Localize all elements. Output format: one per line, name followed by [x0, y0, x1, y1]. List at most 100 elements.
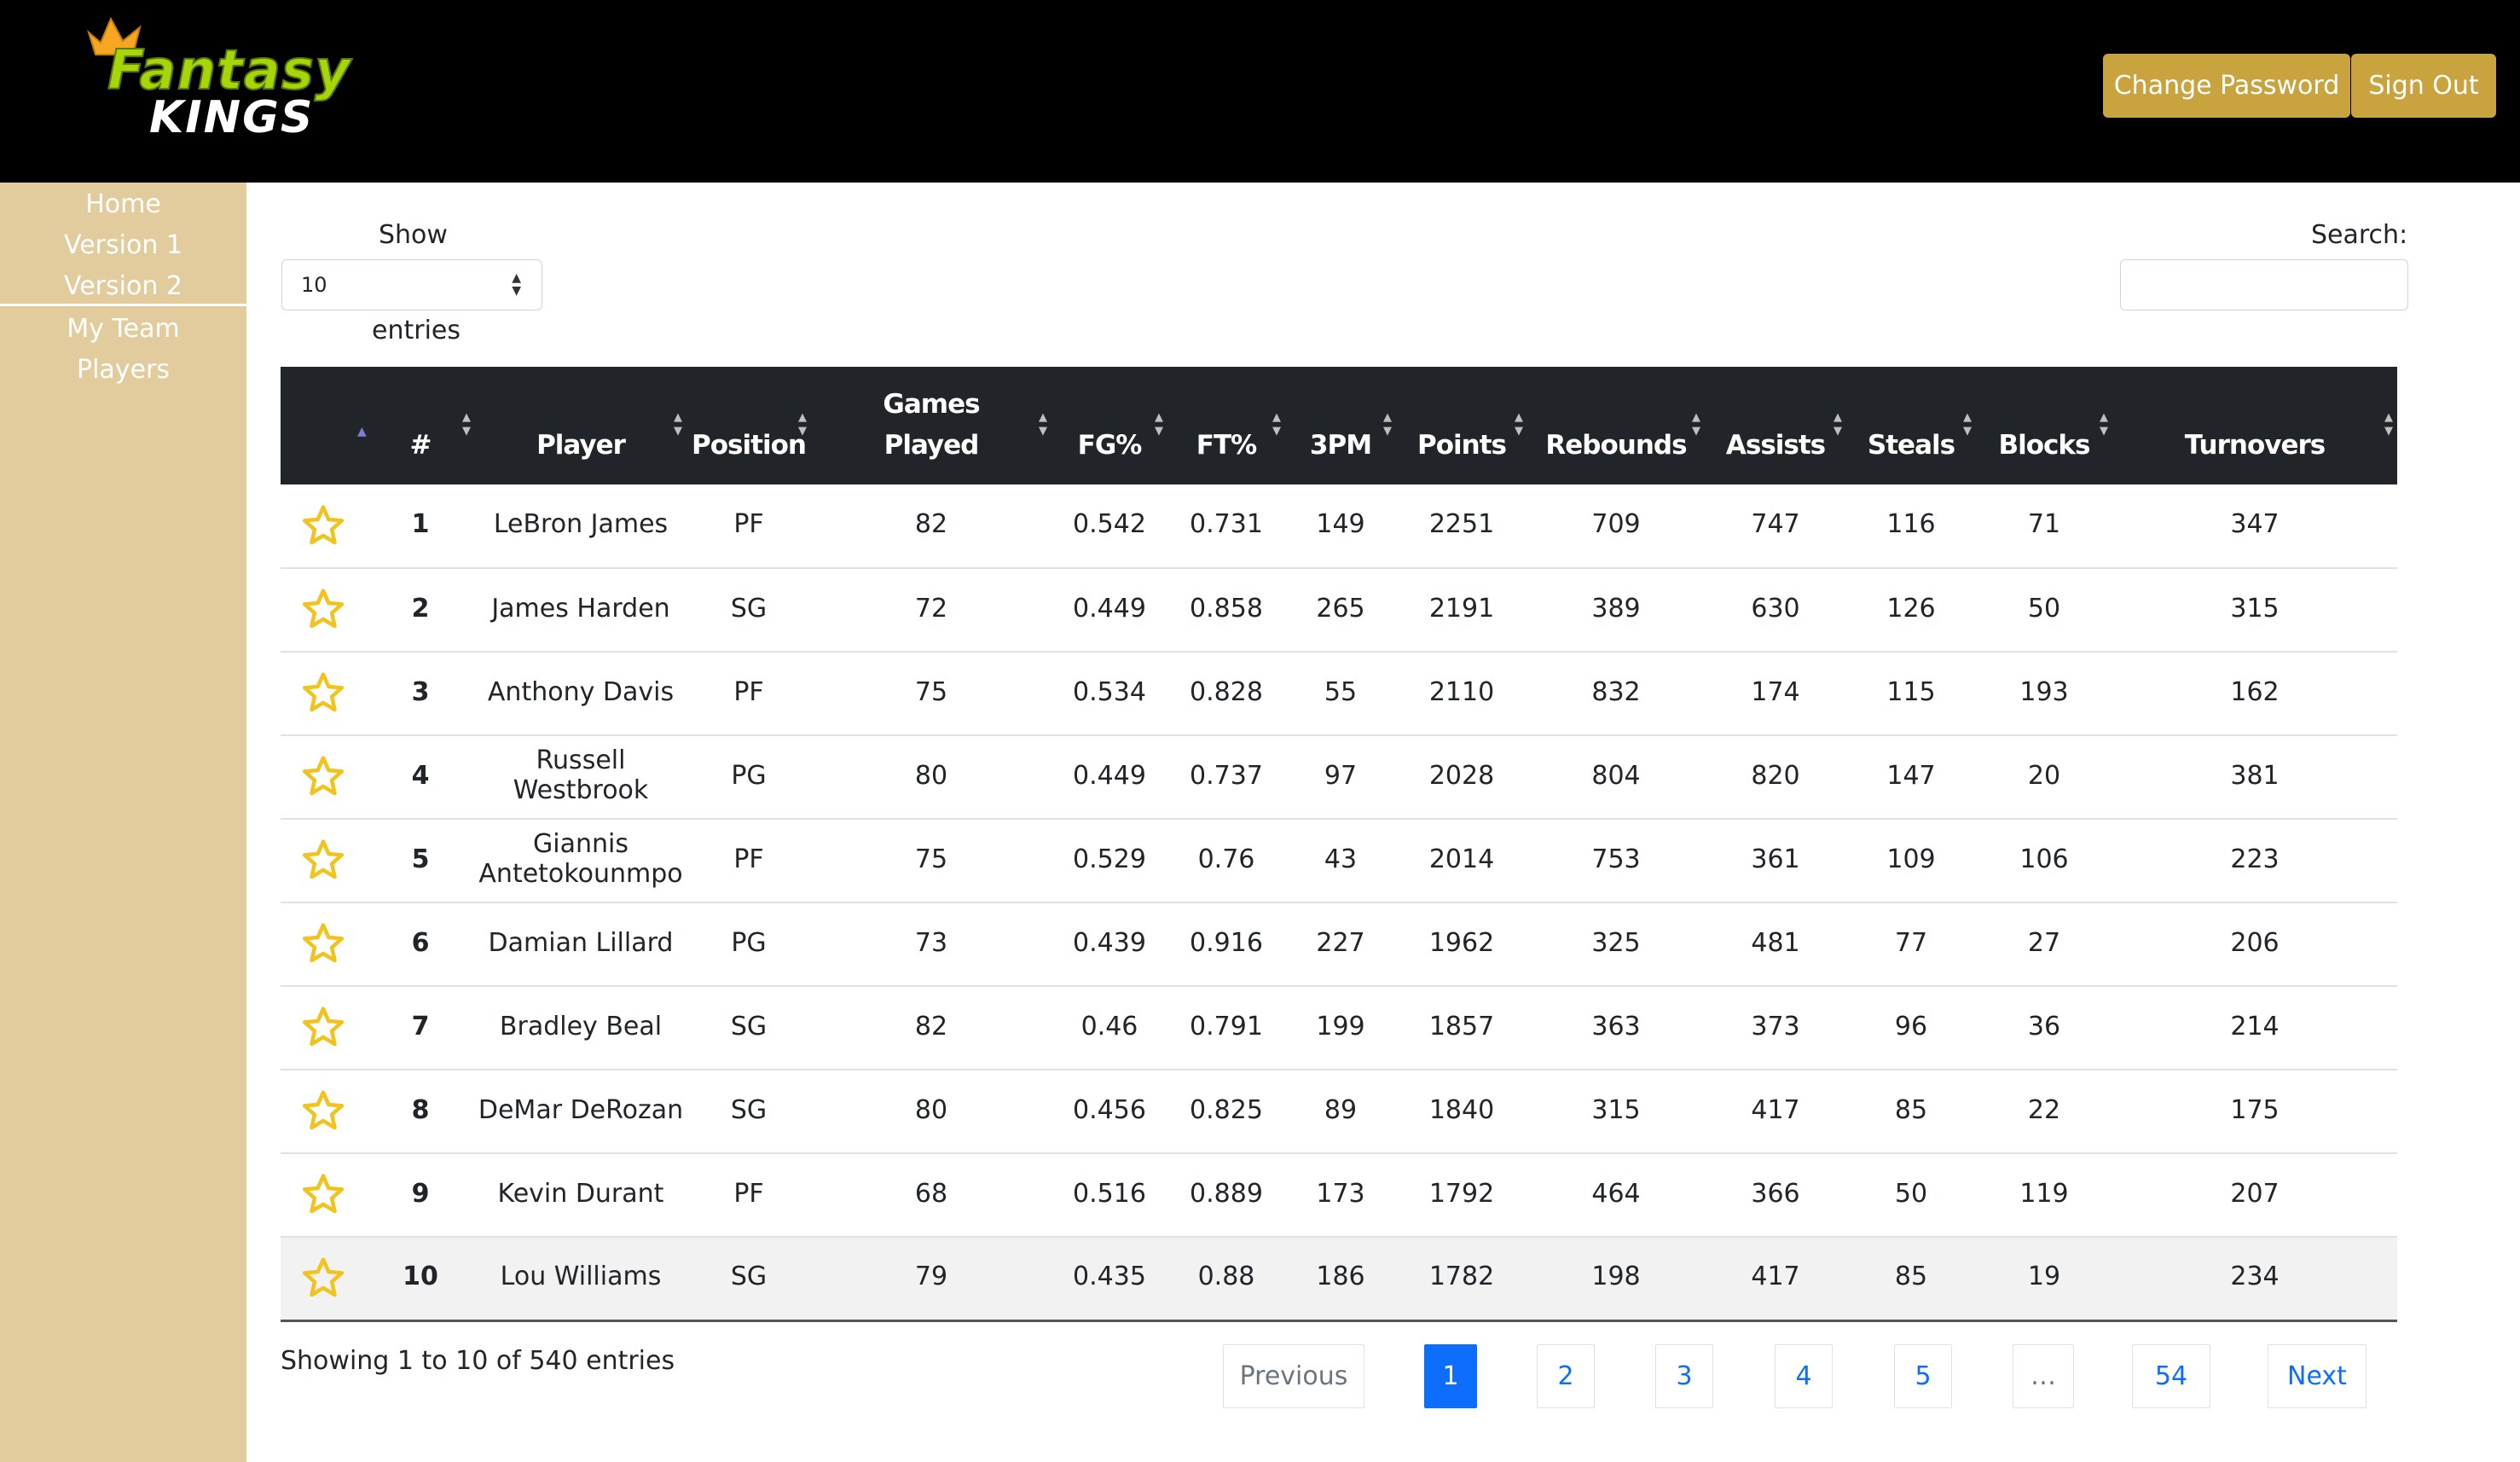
cell-3pm: 186 — [1316, 1262, 1365, 1292]
column-header-3pm[interactable]: 3PM ▲ ▼ — [1285, 367, 1396, 484]
column-header-favorite[interactable]: ▲ — [281, 367, 367, 484]
cell-steals: 85 — [1894, 1094, 1928, 1125]
column-header-games-played[interactable]: Games Played ▲ ▼ — [811, 367, 1051, 484]
table-row: 10 Lou Williams SG 79 0.435 0.88 186 1782 198 417… — [281, 1237, 2397, 1320]
column-header-position[interactable]: Position ▲ ▼ — [686, 367, 811, 484]
cell-position: SG — [730, 1262, 768, 1292]
pagination-previous[interactable]: Previous — [1223, 1344, 1364, 1408]
cell-turnovers: 207 — [2230, 1178, 2280, 1209]
cell-ft-pct: 0.825 — [1190, 1094, 1263, 1125]
table-info: Showing 1 to 10 of 540 entries — [281, 1346, 675, 1376]
entries-select-value: 10 — [301, 273, 327, 297]
table-row: 6 Damian Lillard PG 73 0.439 0.916 227 1962 325 4… — [281, 902, 2397, 986]
search-input[interactable] — [2120, 259, 2408, 310]
table-row: 3 Anthony Davis PF 75 0.534 0.828 55 2110 832 174… — [281, 652, 2397, 735]
pagination-page-54[interactable]: 54 — [2132, 1344, 2210, 1408]
star-outline-icon[interactable] — [300, 586, 346, 632]
cell-position: SG — [730, 1011, 768, 1041]
cell-assists: 417 — [1751, 1262, 1800, 1292]
star-outline-icon[interactable] — [300, 502, 346, 548]
cell-fg-pct: 0.449 — [1073, 760, 1146, 791]
table-header-row: ▲ # ▲ ▼ Player ▲ ▼ Position ▲ ▼ Games Played ▲ ▼… — [281, 367, 2397, 484]
star-outline-icon[interactable] — [300, 1255, 346, 1301]
cell-rebounds: 464 — [1591, 1178, 1641, 1209]
table-row: 5 Giannis Antetokounmpo PF 75 0.529 0.76 43 201… — [281, 819, 2397, 902]
sidebar-item-version-1[interactable]: Version 1 — [0, 230, 246, 260]
cell-blocks: 119 — [2019, 1178, 2069, 1209]
cell-rebounds: 753 — [1591, 844, 1641, 874]
cell-fg-pct: 0.542 — [1073, 509, 1146, 539]
star-outline-icon[interactable] — [300, 1171, 346, 1217]
star-outline-icon[interactable] — [300, 920, 346, 966]
table-row: 9 Kevin Durant PF 68 0.516 0.889 173 1792 464 366… — [281, 1153, 2397, 1237]
star-outline-icon[interactable] — [300, 753, 346, 799]
sign-out-button[interactable]: Sign Out — [2351, 54, 2496, 118]
cell-rank: 4 — [411, 760, 430, 791]
column-header-steals[interactable]: Steals ▲ ▼ — [1846, 367, 1976, 484]
column-header-points[interactable]: Points ▲ ▼ — [1396, 367, 1527, 484]
cell-games-played: 68 — [914, 1178, 948, 1209]
cell-rebounds: 804 — [1591, 760, 1641, 791]
table-row: 8 DeMar DeRozan SG 80 0.456 0.825 89 1840 315 417… — [281, 1070, 2397, 1153]
cell-ft-pct: 0.731 — [1190, 509, 1263, 539]
pagination-ellipsis: … — [2013, 1344, 2074, 1408]
star-outline-icon[interactable] — [300, 1088, 346, 1134]
cell-blocks: 20 — [2027, 760, 2061, 791]
column-header-rank[interactable]: # ▲ ▼ — [366, 367, 475, 484]
star-outline-icon[interactable] — [300, 1004, 346, 1050]
column-header-blocks[interactable]: Blocks ▲ ▼ — [1976, 367, 2112, 484]
cell-3pm: 265 — [1316, 593, 1365, 624]
favorite-cell — [281, 819, 366, 902]
column-header-assists[interactable]: Assists ▲ ▼ — [1705, 367, 1846, 484]
column-header-turnovers[interactable]: Turnovers ▲ ▼ — [2112, 367, 2397, 484]
cell-fg-pct: 0.46 — [1080, 1011, 1138, 1041]
column-header-ft-pct[interactable]: FT% ▲ ▼ — [1167, 367, 1285, 484]
fantasy-kings-logo[interactable]: Fantasy KINGS — [85, 15, 367, 143]
cell-assists: 174 — [1751, 676, 1800, 707]
favorite-cell — [281, 735, 366, 819]
sidebar-item-players[interactable]: Players — [0, 355, 246, 385]
pagination-page-4[interactable]: 4 — [1775, 1344, 1833, 1408]
cell-player: Kevin Durant — [497, 1178, 664, 1209]
sidebar-item-home[interactable]: Home — [0, 189, 246, 219]
pagination-page-1[interactable]: 1 — [1424, 1344, 1477, 1408]
column-header-rebounds[interactable]: Rebounds ▲ ▼ — [1527, 367, 1705, 484]
cell-games-played: 80 — [914, 760, 948, 791]
favorite-cell — [281, 652, 366, 735]
pagination-next[interactable]: Next — [2268, 1344, 2366, 1408]
cell-player: LeBron James — [493, 509, 669, 539]
change-password-button[interactable]: Change Password — [2103, 54, 2350, 118]
cell-ft-pct: 0.791 — [1190, 1011, 1263, 1041]
pagination-page-2[interactable]: 2 — [1537, 1344, 1595, 1408]
cell-ft-pct: 0.828 — [1190, 676, 1263, 707]
table-row: 4 Russell Westbrook PG 80 0.449 0.737 97 2028 80… — [281, 735, 2397, 819]
sort-arrows-icon: ▲ ▼ — [2384, 411, 2393, 438]
cell-position: SG — [730, 1094, 768, 1125]
select-arrows-icon: ▲ ▼ — [512, 271, 521, 298]
cell-games-played: 82 — [914, 1011, 948, 1041]
cell-ft-pct: 0.889 — [1190, 1178, 1263, 1209]
cell-steals: 115 — [1886, 676, 1936, 707]
entries-per-page-select[interactable]: 10 ▲ ▼ — [281, 259, 542, 310]
favorite-cell — [281, 484, 366, 568]
column-header-fg-pct[interactable]: FG% ▲ ▼ — [1051, 367, 1167, 484]
cell-player: Bradley Beal — [499, 1011, 663, 1041]
cell-player: Damian Lillard — [488, 927, 674, 958]
sort-arrows-icon: ▲ ▼ — [1155, 411, 1163, 438]
pagination-page-5[interactable]: 5 — [1894, 1344, 1952, 1408]
cell-assists: 481 — [1751, 927, 1800, 958]
cell-turnovers: 381 — [2230, 760, 2280, 791]
show-label: Show — [379, 220, 448, 250]
sidebar-item-my-team[interactable]: My Team — [0, 314, 246, 344]
cell-turnovers: 223 — [2230, 844, 2280, 874]
cell-position: PG — [731, 760, 767, 791]
search-label: Search: — [2311, 220, 2408, 250]
pagination-page-3[interactable]: 3 — [1655, 1344, 1713, 1408]
sidebar-item-version-2[interactable]: Version 2 — [0, 271, 246, 301]
cell-blocks: 27 — [2027, 927, 2061, 958]
column-header-player[interactable]: Player ▲ ▼ — [475, 367, 686, 484]
star-outline-icon[interactable] — [300, 670, 346, 716]
star-outline-icon[interactable] — [300, 837, 346, 883]
cell-position: PF — [733, 1178, 764, 1209]
cell-points: 2191 — [1428, 593, 1495, 624]
